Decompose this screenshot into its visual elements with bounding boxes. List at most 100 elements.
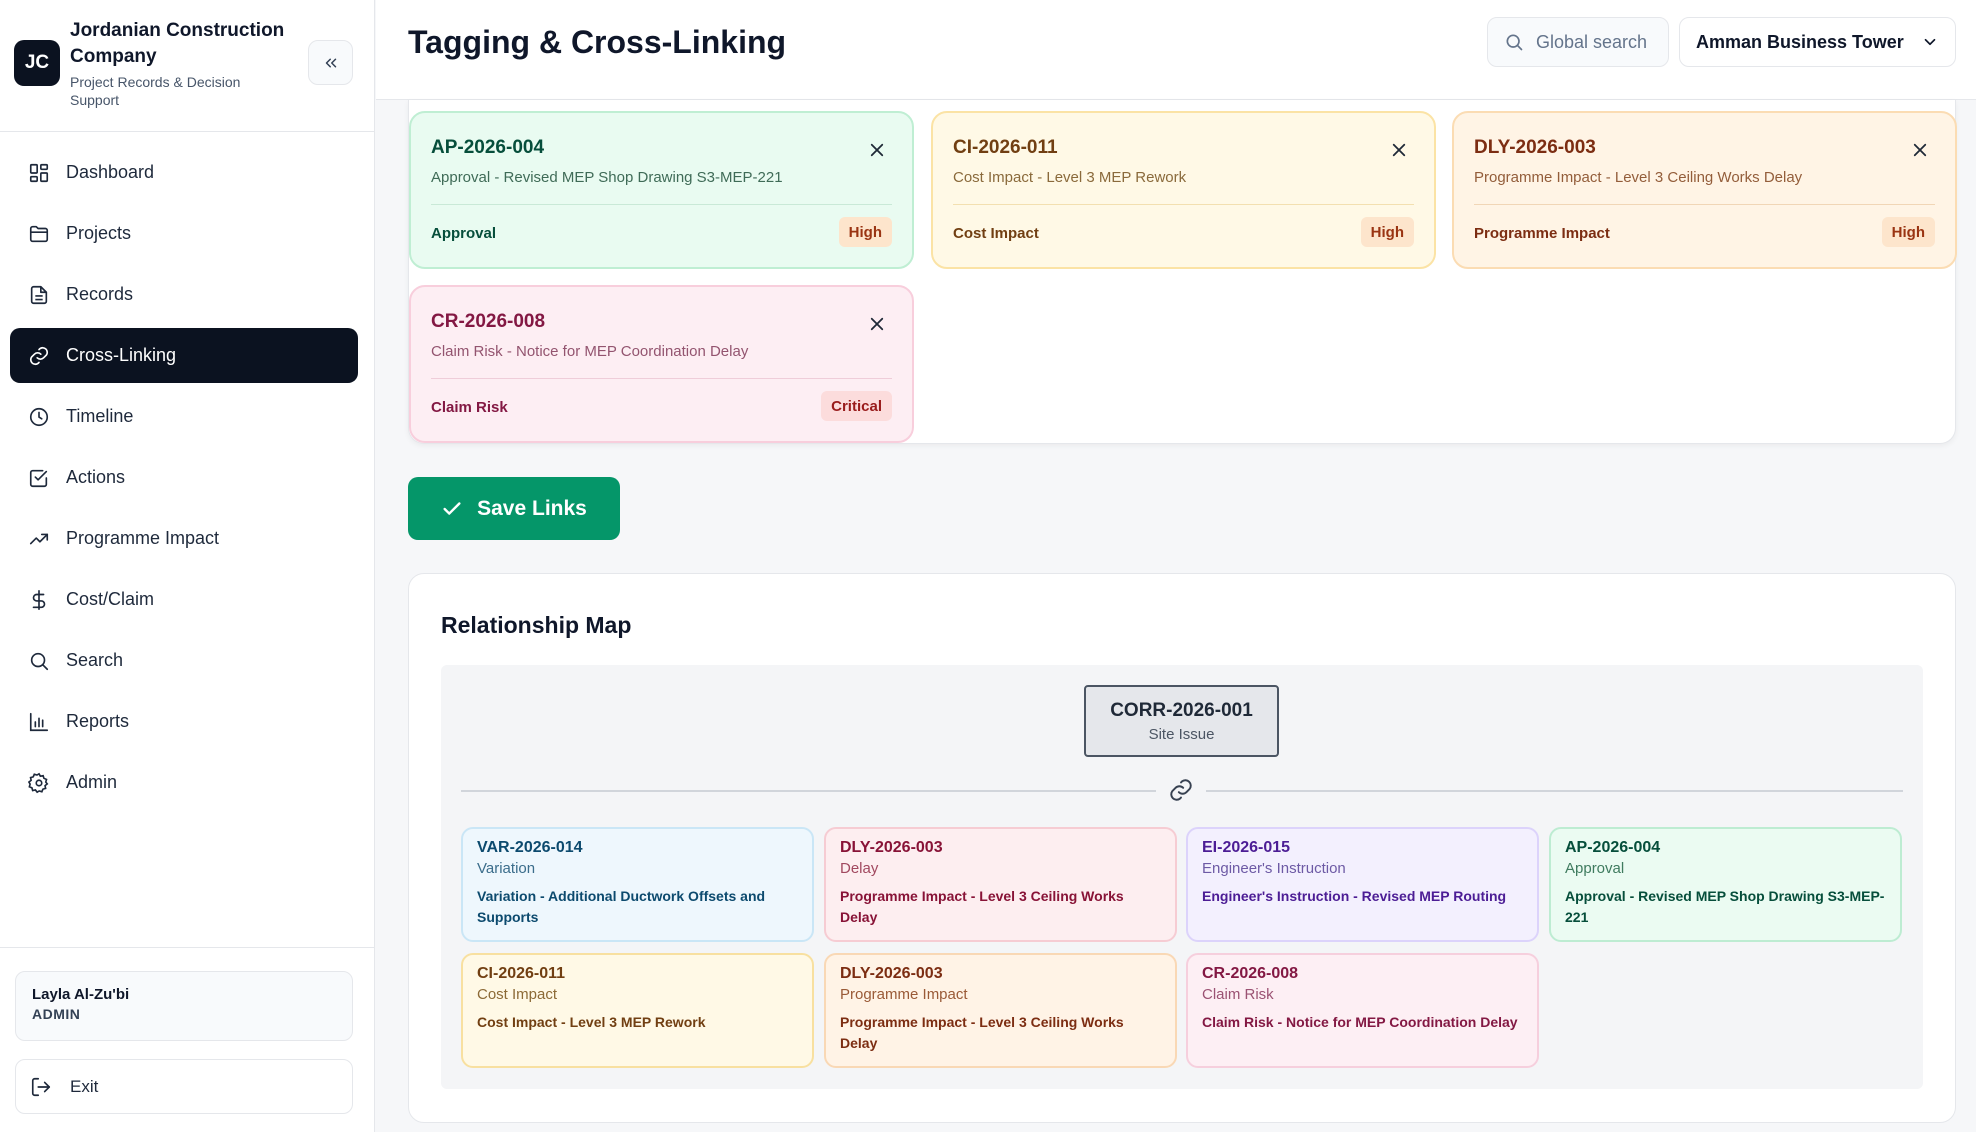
record-category: Approval xyxy=(431,225,497,242)
node-id: EI-2026-015 xyxy=(1202,839,1291,856)
search-placeholder: Global search xyxy=(1536,31,1648,52)
node-type: Approval xyxy=(1565,860,1625,877)
priority-badge: Critical xyxy=(821,391,892,421)
sidebar-item-programme-impact[interactable]: Programme Impact xyxy=(10,511,358,566)
connector-line xyxy=(1206,790,1903,792)
gear-icon xyxy=(28,772,49,793)
brand-header: JC Jordanian Construction Company Projec… xyxy=(0,0,374,132)
map-node[interactable]: CI-2026-011 Cost Impact Cost Impact - Le… xyxy=(461,953,814,1068)
sidebar-item-cost-claim[interactable]: Cost/Claim xyxy=(10,572,358,627)
node-title: Programme Impact - Level 3 Ceiling Works… xyxy=(840,1014,1124,1051)
record-id: DLY-2026-003 xyxy=(1474,137,1596,158)
priority-badge: High xyxy=(1881,217,1935,247)
exit-label: Exit xyxy=(70,1076,99,1096)
close-icon[interactable] xyxy=(1911,141,1929,159)
sidebar-item-dashboard[interactable]: Dashboard xyxy=(10,145,358,200)
exit-button[interactable]: Exit xyxy=(15,1059,353,1114)
node-id: DLY-2026-003 xyxy=(840,965,943,982)
priority-badge: High xyxy=(838,217,892,247)
node-id: VAR-2026-014 xyxy=(477,839,583,856)
map-node[interactable]: DLY-2026-003 Delay Programme Impact - Le… xyxy=(824,827,1177,942)
sidebar-item-label: Projects xyxy=(66,223,132,243)
map-node[interactable]: VAR-2026-014 Variation Variation - Addit… xyxy=(461,827,814,942)
map-node[interactable]: DLY-2026-003 Programme Impact Programme … xyxy=(824,953,1177,1068)
search-icon xyxy=(30,652,49,670)
brand-logo: JC xyxy=(14,40,60,86)
record-id: CI-2026-011 xyxy=(953,137,1058,158)
map-node[interactable]: AP-2026-004 Approval Approval - Revised … xyxy=(1549,827,1902,942)
sidebar-item-timeline[interactable]: Timeline xyxy=(10,389,358,444)
linked-record-card: AP-2026-004 Approval - Revised MEP Shop … xyxy=(409,111,914,269)
company-name: Jordanian Construction Company xyxy=(70,20,285,67)
record-category: Programme Impact xyxy=(1474,225,1610,242)
sidebar-item-projects[interactable]: Projects xyxy=(10,206,358,261)
folder-icon xyxy=(29,225,49,242)
linked-record-card: CI-2026-011 Cost Impact - Level 3 MEP Re… xyxy=(931,111,1436,269)
divider xyxy=(431,204,892,205)
record-category: Claim Risk xyxy=(431,399,508,416)
trending-up-icon xyxy=(29,533,49,544)
search-icon xyxy=(1506,34,1523,51)
logout-icon xyxy=(31,1077,51,1096)
sidebar-item-label: Cost/Claim xyxy=(66,589,155,609)
sidebar-item-label: Programme Impact xyxy=(66,528,220,548)
linked-records-panel: AP-2026-004 Approval - Revised MEP Shop … xyxy=(408,100,1957,444)
sidebar-item-label: Dashboard xyxy=(66,162,155,182)
sidebar-item-cross-linking[interactable]: Cross-Linking xyxy=(10,328,358,383)
chevron-down-icon xyxy=(1924,38,1936,46)
dollar-icon xyxy=(32,589,46,610)
linked-record-card: CR-2026-008 Claim Risk - Notice for MEP … xyxy=(409,285,914,443)
close-icon[interactable] xyxy=(868,141,886,159)
close-icon[interactable] xyxy=(1390,141,1408,159)
node-type: Delay xyxy=(840,860,879,877)
record-id: AP-2026-004 xyxy=(431,137,545,158)
node-type: Claim Risk xyxy=(1202,986,1274,1003)
sidebar-item-label: Reports xyxy=(66,711,130,731)
sidebar-item-label: Cross-Linking xyxy=(66,345,177,365)
node-id: CR-2026-008 xyxy=(1202,965,1299,982)
record-description: Claim Risk - Notice for MEP Coordination… xyxy=(431,343,749,360)
node-title: Approval - Revised MEP Shop Drawing S3-M… xyxy=(1565,888,1885,925)
sidebar: JC Jordanian Construction Company Projec… xyxy=(0,0,375,1132)
save-links-label: Save Links xyxy=(477,496,587,520)
linked-record-card: DLY-2026-003 Programme Impact - Level 3 … xyxy=(1452,111,1957,269)
sidebar-item-reports[interactable]: Reports xyxy=(10,694,358,749)
divider xyxy=(953,204,1414,205)
collapse-sidebar-button[interactable] xyxy=(308,40,353,85)
relationship-map-panel: Relationship Map CORR-2026-001 Site Issu… xyxy=(408,573,1956,1123)
node-type: Engineer's Instruction xyxy=(1202,860,1346,877)
node-id: AP-2026-004 xyxy=(1565,839,1661,856)
record-category: Cost Impact xyxy=(953,225,1039,242)
sidebar-item-label: Search xyxy=(66,650,124,670)
sidebar-footer: Layla Al-Zu'bi ADMIN Exit xyxy=(0,947,375,1132)
node-title: Engineer's Instruction - Revised MEP Rou… xyxy=(1202,888,1507,904)
user-card: Layla Al-Zu'bi ADMIN xyxy=(15,971,353,1041)
map-node[interactable]: EI-2026-015 Engineer's Instruction Engin… xyxy=(1186,827,1539,942)
record-description: Approval - Revised MEP Shop Drawing S3-M… xyxy=(431,169,783,186)
section-title: Relationship Map xyxy=(441,612,632,638)
sidebar-item-actions[interactable]: Actions xyxy=(10,450,358,505)
sidebar-item-search[interactable]: Search xyxy=(10,633,358,688)
top-header: Tagging & Cross-Linking Global search Am… xyxy=(376,0,1976,100)
node-id: DLY-2026-003 xyxy=(840,839,943,856)
relationship-map-canvas: CORR-2026-001 Site Issue VAR-2026-014 Va… xyxy=(441,665,1923,1089)
project-selector[interactable]: Amman Business Tower xyxy=(1679,17,1956,67)
sidebar-item-label: Records xyxy=(66,284,134,304)
sidebar-item-label: Actions xyxy=(66,467,126,487)
save-links-button[interactable]: Save Links xyxy=(408,477,620,540)
root-record-id: CORR-2026-001 xyxy=(1110,700,1253,721)
divider xyxy=(1474,204,1935,205)
root-record-node[interactable]: CORR-2026-001 Site Issue xyxy=(1084,685,1279,757)
file-icon xyxy=(30,285,48,304)
global-search-input[interactable]: Global search xyxy=(1487,17,1669,67)
connector-line xyxy=(461,790,1156,792)
sidebar-item-admin[interactable]: Admin xyxy=(10,755,358,810)
user-name: Layla Al-Zu'bi xyxy=(32,986,130,1003)
project-selector-value: Amman Business Tower xyxy=(1696,31,1904,52)
page-title: Tagging & Cross-Linking xyxy=(408,24,787,60)
map-node[interactable]: CR-2026-008 Claim Risk Claim Risk - Noti… xyxy=(1186,953,1539,1068)
sidebar-item-records[interactable]: Records xyxy=(10,267,358,322)
close-icon[interactable] xyxy=(868,315,886,333)
sidebar-item-label: Timeline xyxy=(66,406,134,426)
chevrons-left-icon xyxy=(325,58,336,67)
